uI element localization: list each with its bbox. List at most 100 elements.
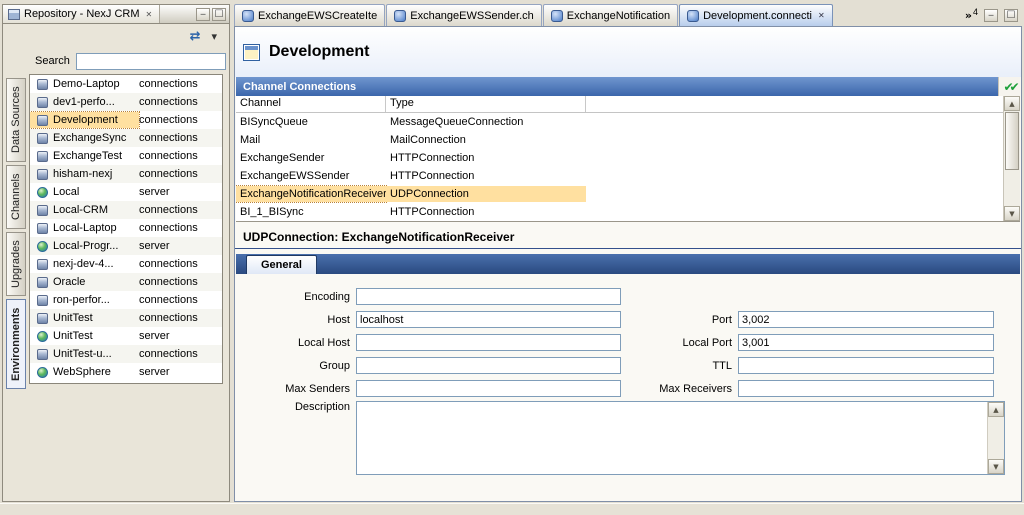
editor-tab-development-active[interactable]: Development.connecti <box>679 4 833 26</box>
list-item-selected[interactable]: Developmentconnections <box>30 111 222 129</box>
list-item[interactable]: Demo-Laptopconnections <box>30 75 222 93</box>
channel-table: Channel Type BISyncQueueMessageQueueConn… <box>236 96 1003 221</box>
table-row[interactable]: ExchangeEWSSenderHTTPConnection <box>236 167 1003 185</box>
search-label: Search <box>35 55 70 67</box>
item-type: connections <box>139 150 198 162</box>
list-item[interactable]: Local-Progr...server <box>30 237 222 255</box>
view-tab-repository[interactable]: Repository - NexJ CRM <box>3 5 160 23</box>
encoding-input[interactable] <box>356 288 621 305</box>
table-scrollbar[interactable] <box>1003 96 1020 221</box>
detail-section-title: UDPConnection: ExchangeNotificationRecei… <box>235 227 1021 249</box>
table-row[interactable]: ExchangeSenderHTTPConnection <box>236 149 1003 167</box>
item-name: Demo-Laptop <box>53 78 137 90</box>
cell-type: UDPConnection <box>386 186 586 202</box>
vertical-tab-channels[interactable]: Channels <box>6 165 26 229</box>
list-item[interactable]: UnitTest-u...connections <box>30 345 222 363</box>
list-item[interactable]: ron-perfor...connections <box>30 291 222 309</box>
local-port-input[interactable] <box>738 334 994 351</box>
item-name: Local-Laptop <box>53 222 137 234</box>
tab-overflow-button[interactable]: 4 <box>965 9 978 22</box>
scroll-down-button[interactable] <box>988 459 1004 474</box>
list-item[interactable]: dev1-perfo...connections <box>30 93 222 111</box>
port-input[interactable] <box>738 311 994 328</box>
cell-type: HTTPConnection <box>386 168 586 184</box>
column-header-type[interactable]: Type <box>386 96 586 112</box>
editor-tabbar: ExchangeEWSCreateIte ExchangeEWSSender.c… <box>234 4 1022 26</box>
list-item[interactable]: nexj-dev-4...connections <box>30 255 222 273</box>
vertical-tab-upgrades[interactable]: Upgrades <box>6 232 26 296</box>
cell-channel: Mail <box>236 132 386 148</box>
editor-tab-exchange-notification[interactable]: ExchangeNotification <box>543 4 678 26</box>
item-name: Local-CRM <box>53 204 137 216</box>
application-window: Repository - NexJ CRM Data Sources Chann… <box>0 0 1024 515</box>
list-item[interactable]: UnitTestserver <box>30 327 222 345</box>
tab-close-icon[interactable] <box>816 11 825 20</box>
server-icon <box>37 187 48 198</box>
description-scrollbar[interactable] <box>987 402 1004 474</box>
view-minimize-button[interactable] <box>196 8 210 21</box>
editor-maximize-button[interactable] <box>1004 9 1018 22</box>
tab-general[interactable]: General <box>246 255 317 274</box>
item-type: server <box>139 330 170 342</box>
connection-icon <box>37 223 48 234</box>
description-label: Description <box>235 401 356 413</box>
search-row: Search <box>29 48 223 74</box>
group-label: Group <box>235 360 356 372</box>
local-host-label: Local Host <box>235 337 356 349</box>
search-input[interactable] <box>76 53 226 70</box>
table-row-selected[interactable]: ExchangeNotificationReceiverUDPConnectio… <box>236 185 1003 203</box>
view-close-icon[interactable] <box>144 10 155 19</box>
connection-icon <box>37 349 48 360</box>
list-item[interactable]: Oracleconnections <box>30 273 222 291</box>
environment-form-icon <box>243 44 260 61</box>
list-item[interactable]: hisham-nexjconnections <box>30 165 222 183</box>
local-host-input[interactable] <box>356 334 621 351</box>
page-title: Development <box>269 43 369 61</box>
item-type: connections <box>139 114 198 126</box>
connection-icon <box>37 259 48 270</box>
connection-icon <box>37 133 48 144</box>
tab-label: Development.connecti <box>703 10 812 22</box>
list-item[interactable]: WebSphereserver <box>30 363 222 381</box>
list-item[interactable]: Localserver <box>30 183 222 201</box>
list-item[interactable]: ExchangeSyncconnections <box>30 129 222 147</box>
max-senders-row: Max Senders Max Receivers <box>235 377 1021 400</box>
item-name: UnitTest <box>53 330 137 342</box>
view-maximize-button[interactable] <box>212 8 226 21</box>
scroll-up-button[interactable] <box>988 402 1004 417</box>
item-type: connections <box>139 222 198 234</box>
table-row[interactable]: BI_1_BISyncHTTPConnection <box>236 203 1003 221</box>
view-menu-chevron-down-icon[interactable] <box>207 27 221 46</box>
list-item[interactable]: Local-Laptopconnections <box>30 219 222 237</box>
editor-tab-exchange-ews-sender[interactable]: ExchangeEWSSender.ch <box>386 4 542 26</box>
table-row[interactable]: MailMailConnection <box>236 131 1003 149</box>
host-row: Host Port <box>235 308 1021 331</box>
tab-label: ExchangeNotification <box>567 10 670 22</box>
ttl-input[interactable] <box>738 357 994 374</box>
server-icon <box>37 241 48 252</box>
scroll-up-button[interactable] <box>1004 96 1020 111</box>
table-row[interactable]: BISyncQueueMessageQueueConnection <box>236 113 1003 131</box>
scroll-down-button[interactable] <box>1004 206 1020 221</box>
list-item[interactable]: ExchangeTestconnections <box>30 147 222 165</box>
editor-minimize-button[interactable] <box>984 9 998 22</box>
max-senders-input[interactable] <box>356 380 621 397</box>
view-title: Repository - NexJ CRM <box>24 8 140 20</box>
description-input[interactable] <box>356 401 1005 475</box>
item-type: server <box>139 186 170 198</box>
vertical-tab-data-sources[interactable]: Data Sources <box>6 78 26 162</box>
host-input[interactable] <box>356 311 621 328</box>
cell-channel: BISyncQueue <box>236 114 386 130</box>
max-receivers-input[interactable] <box>738 380 994 397</box>
item-name: ron-perfor... <box>53 294 137 306</box>
vertical-tab-environments[interactable]: Environments <box>6 299 26 389</box>
editor-tab-exchange-ews-create[interactable]: ExchangeEWSCreateIte <box>234 4 385 26</box>
list-item[interactable]: Local-CRMconnections <box>30 201 222 219</box>
group-input[interactable] <box>356 357 621 374</box>
item-name: Local <box>53 186 137 198</box>
connection-icon <box>37 151 48 162</box>
sync-with-editor-icon[interactable] <box>186 26 205 47</box>
list-item[interactable]: UnitTestconnections <box>30 309 222 327</box>
scroll-thumb[interactable] <box>1005 112 1019 170</box>
column-header-channel[interactable]: Channel <box>236 96 386 112</box>
